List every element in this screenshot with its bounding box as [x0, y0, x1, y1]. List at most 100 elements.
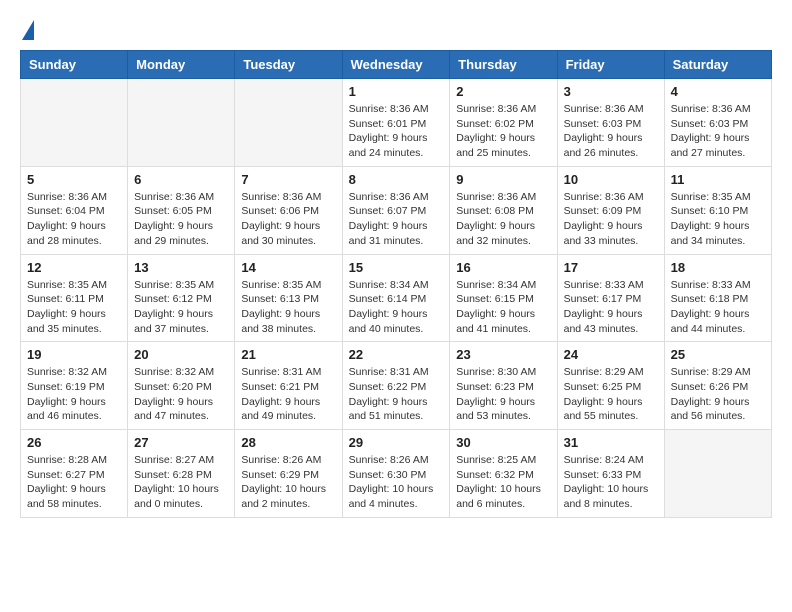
day-info: Sunrise: 8:36 AMSunset: 6:05 PMDaylight:…	[134, 190, 228, 249]
day-info: Sunrise: 8:33 AMSunset: 6:18 PMDaylight:…	[671, 278, 765, 337]
weekday-header-monday: Monday	[128, 51, 235, 79]
calendar-cell: 10 Sunrise: 8:36 AMSunset: 6:09 PMDayligh…	[557, 166, 664, 254]
day-info: Sunrise: 8:36 AMSunset: 6:03 PMDaylight:…	[671, 102, 765, 161]
calendar-cell: 1 Sunrise: 8:36 AMSunset: 6:01 PMDaylight…	[342, 79, 450, 167]
day-number: 25	[671, 347, 765, 362]
calendar-cell: 26 Sunrise: 8:28 AMSunset: 6:27 PMDayligh…	[21, 430, 128, 518]
weekday-header-friday: Friday	[557, 51, 664, 79]
day-info: Sunrise: 8:31 AMSunset: 6:22 PMDaylight:…	[349, 365, 444, 424]
day-number: 6	[134, 172, 228, 187]
day-info: Sunrise: 8:36 AMSunset: 6:03 PMDaylight:…	[564, 102, 658, 161]
calendar-cell: 7 Sunrise: 8:36 AMSunset: 6:06 PMDaylight…	[235, 166, 342, 254]
calendar-cell: 8 Sunrise: 8:36 AMSunset: 6:07 PMDaylight…	[342, 166, 450, 254]
weekday-header-tuesday: Tuesday	[235, 51, 342, 79]
logo	[20, 20, 34, 40]
day-info: Sunrise: 8:33 AMSunset: 6:17 PMDaylight:…	[564, 278, 658, 337]
day-number: 8	[349, 172, 444, 187]
day-info: Sunrise: 8:26 AMSunset: 6:29 PMDaylight:…	[241, 453, 335, 512]
day-number: 18	[671, 260, 765, 275]
day-number: 30	[456, 435, 550, 450]
calendar-cell: 23 Sunrise: 8:30 AMSunset: 6:23 PMDayligh…	[450, 342, 557, 430]
day-number: 9	[456, 172, 550, 187]
day-number: 28	[241, 435, 335, 450]
day-number: 14	[241, 260, 335, 275]
day-number: 3	[564, 84, 658, 99]
day-info: Sunrise: 8:36 AMSunset: 6:06 PMDaylight:…	[241, 190, 335, 249]
calendar-week-row: 5Sunrise: 8:36 AMSunset: 6:04 PMDaylight…	[21, 166, 772, 254]
calendar-cell: 14 Sunrise: 8:35 AMSunset: 6:13 PMDayligh…	[235, 254, 342, 342]
weekday-header-sunday: Sunday	[21, 51, 128, 79]
day-info: Sunrise: 8:24 AMSunset: 6:33 PMDaylight:…	[564, 453, 658, 512]
day-info: Sunrise: 8:31 AMSunset: 6:21 PMDaylight:…	[241, 365, 335, 424]
calendar-cell: 31 Sunrise: 8:24 AMSunset: 6:33 PMDayligh…	[557, 430, 664, 518]
day-number: 26	[27, 435, 121, 450]
calendar-cell: 25 Sunrise: 8:29 AMSunset: 6:26 PMDayligh…	[664, 342, 771, 430]
calendar-cell	[128, 79, 235, 167]
day-number: 5	[27, 172, 121, 187]
calendar-cell	[235, 79, 342, 167]
day-info: Sunrise: 8:30 AMSunset: 6:23 PMDaylight:…	[456, 365, 550, 424]
calendar-cell: 24 Sunrise: 8:29 AMSunset: 6:25 PMDayligh…	[557, 342, 664, 430]
calendar-cell	[21, 79, 128, 167]
day-number: 12	[27, 260, 121, 275]
day-info: Sunrise: 8:35 AMSunset: 6:11 PMDaylight:…	[27, 278, 121, 337]
day-info: Sunrise: 8:25 AMSunset: 6:32 PMDaylight:…	[456, 453, 550, 512]
calendar-cell: 6 Sunrise: 8:36 AMSunset: 6:05 PMDaylight…	[128, 166, 235, 254]
calendar-cell: 9Sunrise: 8:36 AMSunset: 6:08 PMDaylight…	[450, 166, 557, 254]
day-number: 13	[134, 260, 228, 275]
day-number: 29	[349, 435, 444, 450]
day-info: Sunrise: 8:29 AMSunset: 6:26 PMDaylight:…	[671, 365, 765, 424]
calendar-cell: 17 Sunrise: 8:33 AMSunset: 6:17 PMDayligh…	[557, 254, 664, 342]
day-info: Sunrise: 8:26 AMSunset: 6:30 PMDaylight:…	[349, 453, 444, 512]
calendar-cell: 11 Sunrise: 8:35 AMSunset: 6:10 PMDayligh…	[664, 166, 771, 254]
day-info: Sunrise: 8:36 AMSunset: 6:07 PMDaylight:…	[349, 190, 444, 249]
weekday-header-thursday: Thursday	[450, 51, 557, 79]
day-info: Sunrise: 8:32 AMSunset: 6:19 PMDaylight:…	[27, 365, 121, 424]
calendar-cell: 18 Sunrise: 8:33 AMSunset: 6:18 PMDayligh…	[664, 254, 771, 342]
day-info: Sunrise: 8:36 AMSunset: 6:02 PMDaylight:…	[456, 102, 550, 161]
weekday-header-row: SundayMondayTuesdayWednesdayThursdayFrid…	[21, 51, 772, 79]
day-number: 21	[241, 347, 335, 362]
day-number: 23	[456, 347, 550, 362]
calendar-cell: 2 Sunrise: 8:36 AMSunset: 6:02 PMDaylight…	[450, 79, 557, 167]
day-number: 10	[564, 172, 658, 187]
day-number: 27	[134, 435, 228, 450]
calendar-cell: 13Sunrise: 8:35 AMSunset: 6:12 PMDayligh…	[128, 254, 235, 342]
calendar-cell: 27 Sunrise: 8:27 AMSunset: 6:28 PMDayligh…	[128, 430, 235, 518]
day-info: Sunrise: 8:35 AMSunset: 6:10 PMDaylight:…	[671, 190, 765, 249]
calendar-cell: 29 Sunrise: 8:26 AMSunset: 6:30 PMDayligh…	[342, 430, 450, 518]
day-info: Sunrise: 8:27 AMSunset: 6:28 PMDaylight:…	[134, 453, 228, 512]
day-number: 2	[456, 84, 550, 99]
day-info: Sunrise: 8:34 AMSunset: 6:14 PMDaylight:…	[349, 278, 444, 337]
calendar-cell: 3 Sunrise: 8:36 AMSunset: 6:03 PMDaylight…	[557, 79, 664, 167]
day-number: 4	[671, 84, 765, 99]
day-info: Sunrise: 8:34 AMSunset: 6:15 PMDaylight:…	[456, 278, 550, 337]
calendar-cell	[664, 430, 771, 518]
page-header	[20, 20, 772, 40]
day-number: 7	[241, 172, 335, 187]
day-info: Sunrise: 8:36 AMSunset: 6:09 PMDaylight:…	[564, 190, 658, 249]
calendar-cell: 21 Sunrise: 8:31 AMSunset: 6:21 PMDayligh…	[235, 342, 342, 430]
calendar-cell: 20 Sunrise: 8:32 AMSunset: 6:20 PMDayligh…	[128, 342, 235, 430]
day-number: 20	[134, 347, 228, 362]
day-info: Sunrise: 8:32 AMSunset: 6:20 PMDaylight:…	[134, 365, 228, 424]
calendar-cell: 15 Sunrise: 8:34 AMSunset: 6:14 PMDayligh…	[342, 254, 450, 342]
weekday-header-wednesday: Wednesday	[342, 51, 450, 79]
calendar-cell: 4 Sunrise: 8:36 AMSunset: 6:03 PMDaylight…	[664, 79, 771, 167]
day-number: 15	[349, 260, 444, 275]
day-number: 1	[349, 84, 444, 99]
day-info: Sunrise: 8:29 AMSunset: 6:25 PMDaylight:…	[564, 365, 658, 424]
day-info: Sunrise: 8:28 AMSunset: 6:27 PMDaylight:…	[27, 453, 121, 512]
calendar-week-row: 26 Sunrise: 8:28 AMSunset: 6:27 PMDayligh…	[21, 430, 772, 518]
day-number: 11	[671, 172, 765, 187]
day-info: Sunrise: 8:35 AMSunset: 6:13 PMDaylight:…	[241, 278, 335, 337]
calendar-week-row: 19Sunrise: 8:32 AMSunset: 6:19 PMDayligh…	[21, 342, 772, 430]
day-number: 24	[564, 347, 658, 362]
calendar-cell: 12 Sunrise: 8:35 AMSunset: 6:11 PMDayligh…	[21, 254, 128, 342]
day-info: Sunrise: 8:36 AMSunset: 6:01 PMDaylight:…	[349, 102, 444, 161]
day-number: 31	[564, 435, 658, 450]
day-number: 22	[349, 347, 444, 362]
calendar-cell: 19Sunrise: 8:32 AMSunset: 6:19 PMDayligh…	[21, 342, 128, 430]
weekday-header-saturday: Saturday	[664, 51, 771, 79]
day-number: 17	[564, 260, 658, 275]
